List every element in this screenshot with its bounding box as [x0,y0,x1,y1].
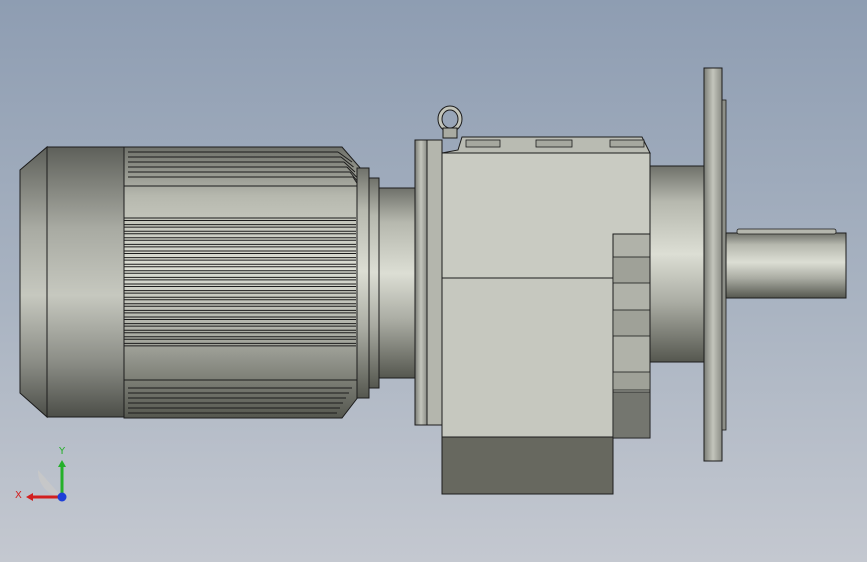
output-hub[interactable] [649,165,706,363]
gearmotor-model[interactable] [0,0,867,562]
y-axis-arrowhead [58,460,66,467]
lifting-eye-bolt[interactable] [437,105,463,139]
output-shaft[interactable] [725,228,847,299]
x-axis-arrowhead [26,493,33,501]
triad-plane [37,470,62,497]
output-flange[interactable] [703,67,727,462]
axis-triad: X Y [15,446,67,502]
z-axis-dot [57,492,67,502]
fan-cover[interactable] [19,145,125,419]
3d-viewport[interactable]: X Y [0,0,867,562]
y-axis-label: Y [58,446,66,457]
gearbox-input-flange[interactable] [414,139,443,426]
motor-housing[interactable] [123,146,363,419]
gearbox-housing[interactable] [441,136,651,495]
x-axis-label: X [15,490,22,501]
motor-adapter[interactable] [356,167,417,399]
